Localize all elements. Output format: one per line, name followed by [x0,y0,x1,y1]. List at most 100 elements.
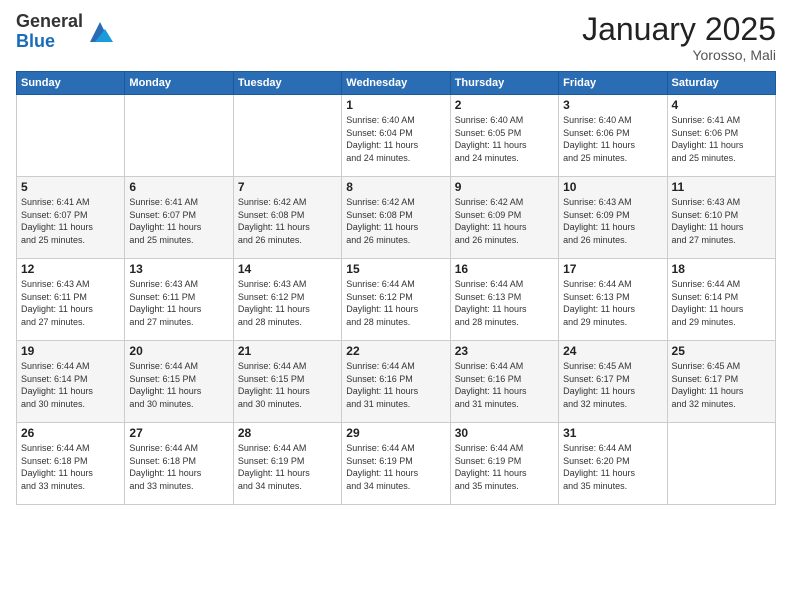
day-number: 7 [238,180,337,194]
day-number: 21 [238,344,337,358]
cell-w1-d6: 3Sunrise: 6:40 AM Sunset: 6:06 PM Daylig… [559,95,667,177]
week-row-3: 12 Sunrise: 6:43 AM Sunset: 6:11 PM Dayli… [17,259,776,341]
day-number: 26 [21,426,120,440]
cell-w4-d6: 24Sunrise: 6:45 AM Sunset: 6:17 PM Dayli… [559,341,667,423]
week-row-2: 5 Sunrise: 6:41 AM Sunset: 6:07 PM Daylig… [17,177,776,259]
cell-w2-d4: 8Sunrise: 6:42 AM Sunset: 6:08 PM Daylig… [342,177,450,259]
day-info: Sunrise: 6:44 AM Sunset: 6:15 PM Dayligh… [129,360,228,410]
day-info: Sunrise: 6:41 AM Sunset: 6:06 PM Dayligh… [672,114,771,164]
cell-w5-d6: 31Sunrise: 6:44 AM Sunset: 6:20 PM Dayli… [559,423,667,505]
cell-w5-d7 [667,423,775,505]
day-number: 14 [238,262,337,276]
cell-w5-d5: 30Sunrise: 6:44 AM Sunset: 6:19 PM Dayli… [450,423,558,505]
day-number: 20 [129,344,228,358]
cell-w1-d4: 1 Sunrise: 6:40 AM Sunset: 6:04 PM Daylig… [342,95,450,177]
day-number: 9 [455,180,554,194]
cell-w5-d4: 29 Sunrise: 6:44 AM Sunset: 6:19 PM Dayli… [342,423,450,505]
day-info: Sunrise: 6:42 AM Sunset: 6:08 PM Dayligh… [346,196,445,246]
day-number: 13 [129,262,228,276]
header-wednesday: Wednesday [342,72,450,95]
day-info: Sunrise: 6:44 AM Sunset: 6:19 PM Dayligh… [346,442,445,492]
day-number: 28 [238,426,337,440]
cell-w2-d1: 5Sunrise: 6:41 AM Sunset: 6:07 PM Daylig… [17,177,125,259]
cell-w2-d6: 10 Sunrise: 6:43 AM Sunset: 6:09 PM Dayli… [559,177,667,259]
day-number: 19 [21,344,120,358]
day-info: Sunrise: 6:44 AM Sunset: 6:19 PM Dayligh… [238,442,337,492]
day-number: 1 [346,98,445,112]
cell-w1-d1 [17,95,125,177]
day-number: 11 [672,180,771,194]
day-info: Sunrise: 6:44 AM Sunset: 6:18 PM Dayligh… [129,442,228,492]
cell-w3-d7: 18Sunrise: 6:44 AM Sunset: 6:14 PM Dayli… [667,259,775,341]
title-block: January 2025 Yorosso, Mali [582,12,776,63]
month-title: January 2025 [582,12,776,47]
cell-w1-d3 [233,95,341,177]
header-thursday: Thursday [450,72,558,95]
calendar-table: Sunday Monday Tuesday Wednesday Thursday… [16,71,776,505]
day-info: Sunrise: 6:44 AM Sunset: 6:16 PM Dayligh… [346,360,445,410]
day-info: Sunrise: 6:44 AM Sunset: 6:18 PM Dayligh… [21,442,120,492]
day-number: 16 [455,262,554,276]
header: General Blue January 2025 Yorosso, Mali [16,12,776,63]
day-info: Sunrise: 6:43 AM Sunset: 6:12 PM Dayligh… [238,278,337,328]
day-info: Sunrise: 6:40 AM Sunset: 6:04 PM Dayligh… [346,114,445,164]
cell-w5-d3: 28 Sunrise: 6:44 AM Sunset: 6:19 PM Dayli… [233,423,341,505]
cell-w1-d5: 2 Sunrise: 6:40 AM Sunset: 6:05 PM Daylig… [450,95,558,177]
day-number: 23 [455,344,554,358]
day-info: Sunrise: 6:42 AM Sunset: 6:09 PM Dayligh… [455,196,554,246]
week-row-1: 1 Sunrise: 6:40 AM Sunset: 6:04 PM Daylig… [17,95,776,177]
day-info: Sunrise: 6:43 AM Sunset: 6:11 PM Dayligh… [21,278,120,328]
cell-w4-d4: 22Sunrise: 6:44 AM Sunset: 6:16 PM Dayli… [342,341,450,423]
week-row-4: 19 Sunrise: 6:44 AM Sunset: 6:14 PM Dayli… [17,341,776,423]
cell-w3-d4: 15 Sunrise: 6:44 AM Sunset: 6:12 PM Dayli… [342,259,450,341]
cell-w5-d2: 27 Sunrise: 6:44 AM Sunset: 6:18 PM Dayli… [125,423,233,505]
cell-w4-d5: 23 Sunrise: 6:44 AM Sunset: 6:16 PM Dayli… [450,341,558,423]
day-info: Sunrise: 6:44 AM Sunset: 6:14 PM Dayligh… [21,360,120,410]
logo: General Blue [16,12,115,52]
day-info: Sunrise: 6:44 AM Sunset: 6:13 PM Dayligh… [455,278,554,328]
day-number: 3 [563,98,662,112]
day-info: Sunrise: 6:40 AM Sunset: 6:05 PM Dayligh… [455,114,554,164]
header-friday: Friday [559,72,667,95]
day-number: 6 [129,180,228,194]
cell-w3-d6: 17Sunrise: 6:44 AM Sunset: 6:13 PM Dayli… [559,259,667,341]
logo-general: General [16,12,83,32]
cell-w2-d5: 9 Sunrise: 6:42 AM Sunset: 6:09 PM Daylig… [450,177,558,259]
day-info: Sunrise: 6:43 AM Sunset: 6:11 PM Dayligh… [129,278,228,328]
day-number: 27 [129,426,228,440]
day-info: Sunrise: 6:44 AM Sunset: 6:16 PM Dayligh… [455,360,554,410]
day-info: Sunrise: 6:44 AM Sunset: 6:12 PM Dayligh… [346,278,445,328]
header-monday: Monday [125,72,233,95]
logo-icon [85,17,115,47]
day-number: 2 [455,98,554,112]
day-number: 5 [21,180,120,194]
day-number: 24 [563,344,662,358]
location: Yorosso, Mali [582,47,776,63]
day-number: 31 [563,426,662,440]
cell-w2-d2: 6 Sunrise: 6:41 AM Sunset: 6:07 PM Daylig… [125,177,233,259]
cell-w2-d7: 11 Sunrise: 6:43 AM Sunset: 6:10 PM Dayli… [667,177,775,259]
day-info: Sunrise: 6:41 AM Sunset: 6:07 PM Dayligh… [129,196,228,246]
cell-w5-d1: 26 Sunrise: 6:44 AM Sunset: 6:18 PM Dayli… [17,423,125,505]
page-container: General Blue January 2025 Yorosso, Mali … [0,0,792,513]
cell-w4-d7: 25Sunrise: 6:45 AM Sunset: 6:17 PM Dayli… [667,341,775,423]
day-info: Sunrise: 6:43 AM Sunset: 6:10 PM Dayligh… [672,196,771,246]
header-row: Sunday Monday Tuesday Wednesday Thursday… [17,72,776,95]
day-info: Sunrise: 6:43 AM Sunset: 6:09 PM Dayligh… [563,196,662,246]
day-number: 12 [21,262,120,276]
day-info: Sunrise: 6:42 AM Sunset: 6:08 PM Dayligh… [238,196,337,246]
day-number: 10 [563,180,662,194]
logo-text: General Blue [16,12,83,52]
cell-w4-d2: 20 Sunrise: 6:44 AM Sunset: 6:15 PM Dayli… [125,341,233,423]
day-number: 4 [672,98,771,112]
day-info: Sunrise: 6:45 AM Sunset: 6:17 PM Dayligh… [672,360,771,410]
logo-blue: Blue [16,32,83,52]
day-number: 29 [346,426,445,440]
day-number: 17 [563,262,662,276]
day-info: Sunrise: 6:44 AM Sunset: 6:14 PM Dayligh… [672,278,771,328]
cell-w3-d1: 12 Sunrise: 6:43 AM Sunset: 6:11 PM Dayli… [17,259,125,341]
day-number: 15 [346,262,445,276]
cell-w1-d7: 4 Sunrise: 6:41 AM Sunset: 6:06 PM Daylig… [667,95,775,177]
cell-w1-d2 [125,95,233,177]
header-sunday: Sunday [17,72,125,95]
